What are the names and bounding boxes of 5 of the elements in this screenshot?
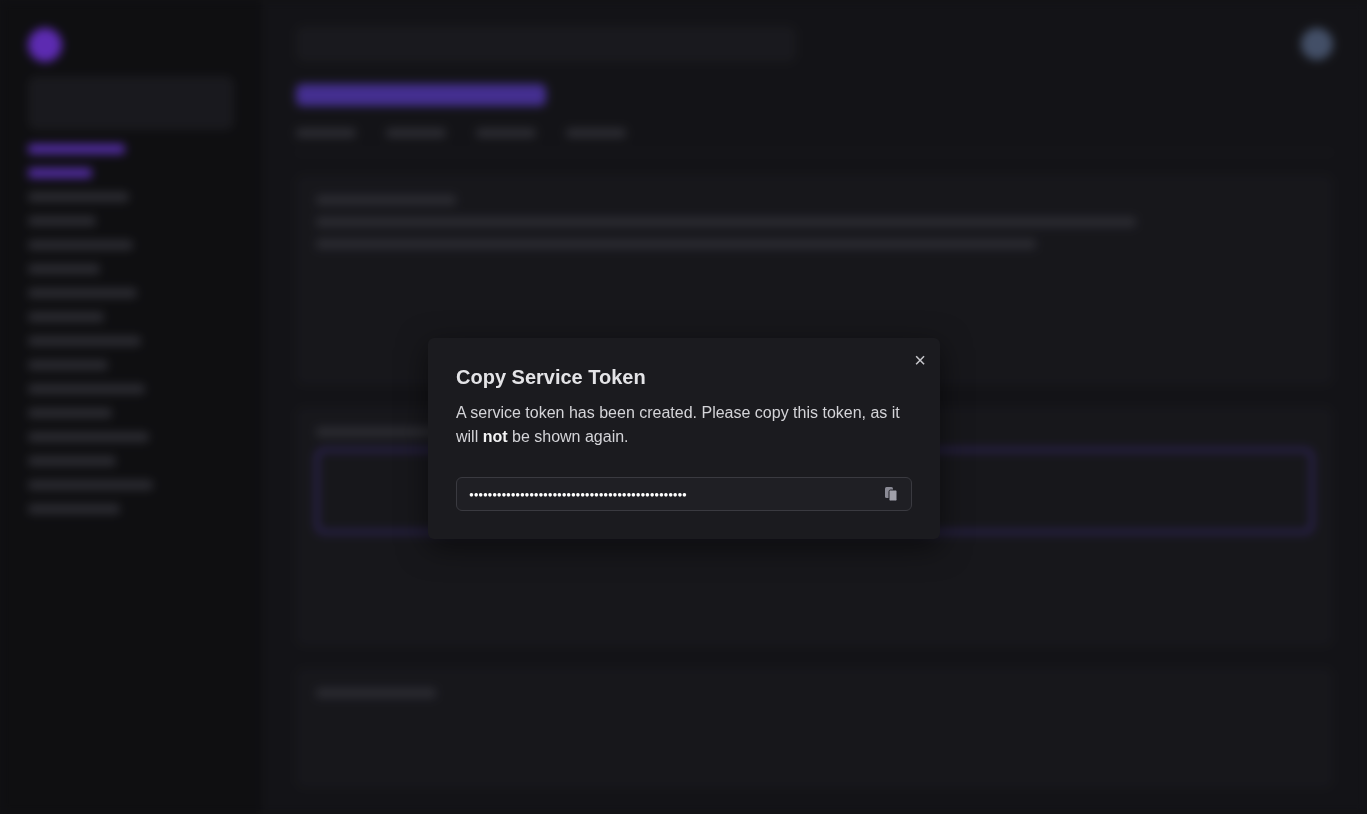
- close-button[interactable]: ×: [910, 348, 930, 372]
- token-field[interactable]: ●●●●●●●●●●●●●●●●●●●●●●●●●●●●●●●●●●●●●●●●●●●●●●●: [456, 477, 912, 511]
- copy-icon[interactable]: [883, 486, 899, 502]
- dialog-title: Copy Service Token: [456, 366, 647, 389]
- dialog-message: A service token has been created. Please copy this token, as it will not be shown again.: [456, 403, 901, 447]
